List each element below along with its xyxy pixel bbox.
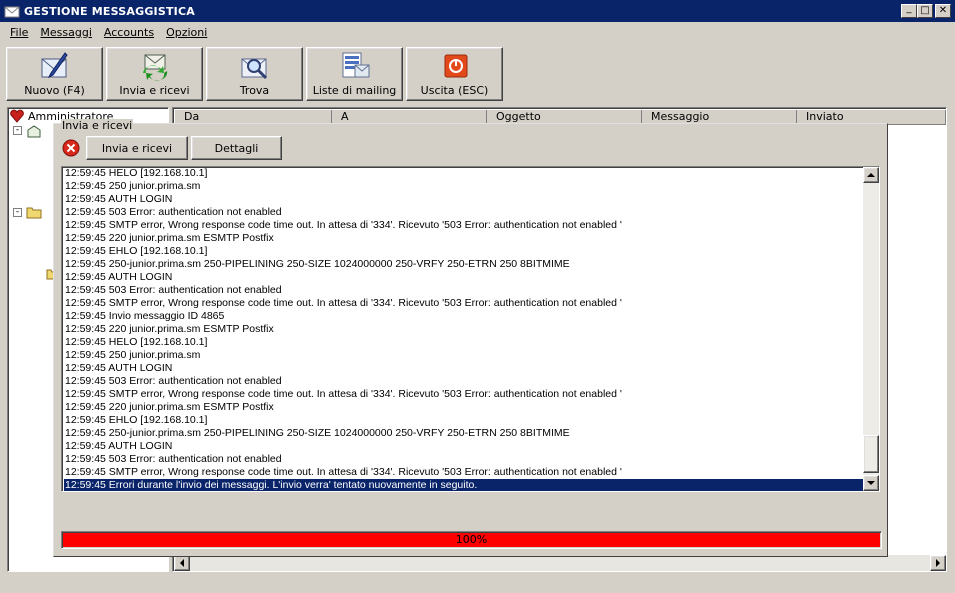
exit-icon (444, 54, 467, 78)
log-line[interactable]: 12:59:45 EHLO [192.168.10.1] (64, 245, 864, 258)
log-line[interactable]: 12:59:45 AUTH LOGIN (64, 271, 864, 284)
send-receive-icon (142, 54, 167, 81)
exit-button[interactable]: Uscita (ESC) (406, 47, 503, 101)
exit-label: Uscita (ESC) (420, 84, 489, 97)
send-receive-label: Invia e ricevi (119, 84, 190, 97)
new-message-icon (41, 52, 68, 79)
mailbox-icon (27, 125, 41, 138)
window-title: GESTIONE MESSAGGISTICA (24, 4, 195, 18)
find-label: Trova (239, 84, 270, 97)
log-line[interactable]: 12:59:45 250 junior.prima.sm (64, 180, 864, 193)
log-line[interactable]: 12:59:45 SMTP error, Wrong response code… (64, 297, 864, 310)
log-line[interactable]: 12:59:45 220 junior.prima.sm ESMTP Postf… (64, 323, 864, 336)
log-line[interactable]: 12:59:45 HELO [192.168.10.1] (64, 167, 864, 180)
send-receive-dialog-button[interactable]: Invia e ricevi (86, 136, 188, 160)
envelope-icon (4, 6, 20, 18)
heart-icon (10, 109, 24, 123)
scroll-thumb[interactable] (863, 435, 879, 473)
vertical-scrollbar[interactable] (863, 167, 879, 491)
log-line[interactable]: 12:59:45 250-junior.prima.sm 250-PIPELIN… (64, 427, 864, 440)
folder-icon (26, 207, 42, 219)
menu-file[interactable]: File (4, 26, 34, 39)
close-button[interactable]: ✕ (935, 4, 951, 18)
log-line[interactable]: 12:59:45 SMTP error, Wrong response code… (64, 466, 864, 479)
title-bar[interactable]: GESTIONE MESSAGGISTICA _ □ ✕ (0, 0, 955, 22)
scroll-left-arrow[interactable] (174, 555, 190, 571)
minimize-icon: _ (906, 3, 912, 14)
minimize-button[interactable]: _ (901, 4, 917, 18)
log-line[interactable]: 12:59:45 503 Error: authentication not e… (64, 284, 864, 297)
new-message-label: Nuovo (F4) (24, 84, 85, 97)
menu-bar: File Messaggi Accounts Opzioni (0, 23, 955, 42)
log-line[interactable]: 12:59:45 AUTH LOGIN (64, 362, 864, 375)
arrow-left-icon (180, 559, 184, 567)
maximize-button[interactable]: □ (917, 4, 933, 18)
menu-accounts-label: Accounts (103, 26, 155, 39)
arrow-right-icon (936, 559, 940, 567)
dialog-close-button[interactable] (61, 138, 81, 158)
arrow-up-icon (867, 173, 875, 177)
dialog-title: Invia e ricevi (61, 119, 134, 132)
mailing-list-icon (342, 52, 369, 78)
menu-messaggi-label: Messaggi (40, 26, 92, 39)
log-line[interactable]: 12:59:45 SMTP error, Wrong response code… (64, 219, 864, 232)
log-line[interactable]: 12:59:45 AUTH LOGIN (64, 440, 864, 453)
status-bar (0, 574, 955, 593)
log-line[interactable]: 12:59:45 AUTH LOGIN (64, 193, 864, 206)
mailing-list-label: Liste di mailing (312, 84, 397, 97)
menu-file-label: File (10, 26, 29, 39)
find-button[interactable]: Trova (206, 47, 303, 101)
log-line[interactable]: 12:59:45 503 Error: authentication not e… (64, 375, 864, 388)
log-line[interactable]: 12:59:45 Errori durante l'invio dei mess… (64, 479, 864, 491)
log-line[interactable]: 12:59:45 250 junior.prima.sm (64, 349, 864, 362)
progress-label: 100% (455, 533, 488, 546)
menu-opzioni-label: Opzioni (166, 26, 208, 39)
log-line[interactable]: 12:59:45 503 Error: authentication not e… (64, 453, 864, 466)
tree-expander[interactable]: - (13, 208, 22, 217)
log-line[interactable]: 12:59:45 250-junior.prima.sm 250-PIPELIN… (64, 258, 864, 271)
log-line[interactable]: 12:59:45 220 junior.prima.sm ESMTP Postf… (64, 401, 864, 414)
menu-accounts[interactable]: Accounts (98, 26, 160, 39)
log-line[interactable]: 12:59:45 SMTP error, Wrong response code… (64, 388, 864, 401)
log-lines: 12:59:45 HELO [192.168.10.1] 12:59:45 250… (64, 167, 864, 491)
menu-opzioni[interactable]: Opzioni (160, 26, 213, 39)
send-receive-button[interactable]: Invia e ricevi (106, 47, 203, 101)
close-icon: ✕ (938, 5, 948, 16)
log-line[interactable]: 12:59:45 220 junior.prima.sm ESMTP Postf… (64, 232, 864, 245)
tree-expander[interactable]: - (13, 126, 22, 135)
log-line[interactable]: 12:59:45 EHLO [192.168.10.1] (64, 414, 864, 427)
log-line[interactable]: 12:59:45 503 Error: authentication not e… (64, 206, 864, 219)
log-line[interactable]: 12:59:45 Invio messaggio ID 4865 (64, 310, 864, 323)
log-list[interactable]: 12:59:45 HELO [192.168.10.1] 12:59:45 250… (61, 166, 880, 492)
horizontal-scrollbar[interactable] (174, 555, 946, 571)
new-message-button[interactable]: Nuovo (F4) (6, 47, 103, 101)
send-receive-dialog: Invia e ricevi Invia e ricevi Dettagli 1… (53, 119, 888, 557)
scroll-down-arrow[interactable] (863, 475, 879, 491)
arrow-down-icon (867, 481, 875, 485)
progress-bar: 100% (61, 531, 882, 549)
log-line[interactable]: 12:59:45 HELO [192.168.10.1] (64, 336, 864, 349)
menu-messaggi[interactable]: Messaggi (34, 26, 97, 39)
scroll-right-arrow[interactable] (930, 555, 946, 571)
toolbar: Nuovo (F4) Invia e ricevi Trova Liste di… (6, 47, 503, 103)
details-button[interactable]: Dettagli (191, 136, 282, 160)
find-icon (241, 58, 267, 80)
scroll-up-arrow[interactable] (863, 167, 879, 183)
maximize-icon: □ (920, 5, 930, 16)
mailing-list-button[interactable]: Liste di mailing (306, 47, 403, 101)
close-circle-icon (62, 139, 80, 157)
